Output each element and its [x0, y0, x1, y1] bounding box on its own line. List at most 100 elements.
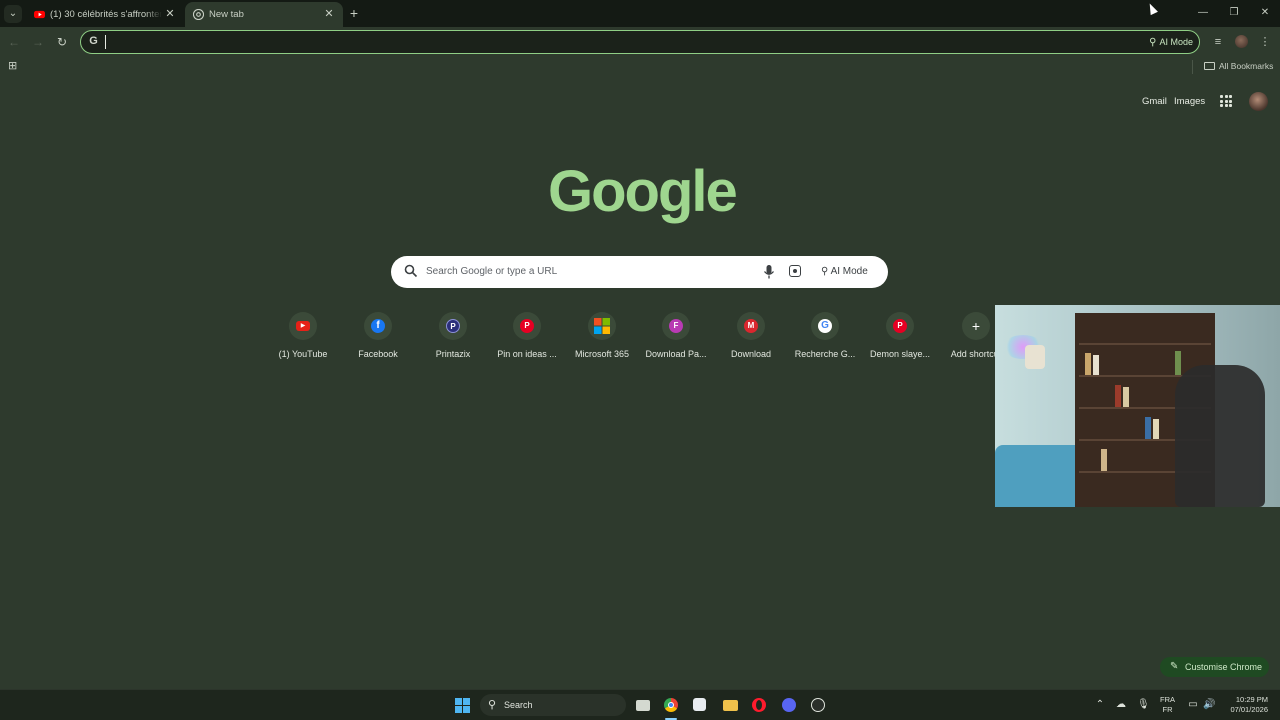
all-bookmarks-button[interactable]: All Bookmarks [1204, 61, 1273, 71]
microphone-icon[interactable] [763, 264, 775, 280]
reload-button[interactable]: ↻ [54, 34, 70, 50]
lamp [1025, 345, 1045, 369]
search-icon [404, 264, 418, 278]
chrome-taskbar-icon[interactable] [661, 695, 681, 715]
tab-youtube[interactable]: (1) 30 célébrités s'affrontent po ✕ [26, 2, 182, 27]
discord-icon[interactable] [779, 695, 799, 715]
show-hidden-icons-icon[interactable]: ⌃ [1094, 699, 1106, 711]
taskbar-search[interactable]: ⚲ Search [480, 694, 626, 716]
printazix-icon: P [446, 319, 460, 333]
search-placeholder: Search Google or type a URL [426, 266, 558, 277]
all-bookmarks-label: All Bookmarks [1219, 61, 1274, 71]
mouse-cursor-icon [1146, 1, 1158, 16]
clock-time: 10:29 PM [1235, 695, 1268, 704]
volume-icon[interactable]: 🔊 [1203, 699, 1215, 711]
folder-icon [1204, 62, 1215, 70]
ai-mode-button[interactable]: ⚲ AI Mode [821, 266, 868, 277]
bookmarks-divider [1192, 60, 1193, 74]
close-window-button[interactable]: ✕ [1257, 6, 1273, 20]
images-link[interactable]: Images [1174, 96, 1205, 107]
apps-grid-icon[interactable]: ⊞ [8, 61, 19, 72]
gmail-link[interactable]: Gmail [1142, 96, 1167, 107]
language-primary: FRA [1160, 695, 1175, 704]
shortcut-tile [588, 312, 616, 340]
steam-like-icon[interactable] [808, 695, 828, 715]
omnibox-ai-mode-label: AI Mode [1159, 37, 1193, 47]
shortcut-microsoft-365[interactable]: Microsoft 365 [566, 312, 638, 359]
tab-search-media-icon[interactable]: ≡ [1211, 35, 1225, 49]
shortcut-facebook[interactable]: f Facebook [342, 312, 414, 359]
pinterest-icon: P [893, 319, 907, 333]
ai-mode-label: AI Mode [830, 266, 868, 277]
close-tab-icon[interactable]: ✕ [163, 7, 177, 21]
youtube-icon [34, 10, 45, 19]
tab-new-tab[interactable]: New tab ✕ [185, 2, 343, 27]
plus-icon: + [971, 318, 981, 334]
shortcut-youtube[interactable]: ▶ (1) YouTube [267, 312, 339, 359]
shortcut-recherche-google[interactable]: G Recherche G... [789, 312, 861, 359]
shortcut-label: Demon slaye... [869, 349, 931, 359]
shortcut-tile: P [886, 312, 914, 340]
back-button[interactable]: ← [6, 34, 22, 50]
clock[interactable]: 10:29 PM 07/01/2026 [1224, 695, 1268, 715]
pencil-icon: ✎ [1170, 661, 1179, 672]
omnibox-ai-mode-button[interactable]: ⚲ AI Mode [1149, 34, 1193, 50]
shortcut-label: Recherche G... [794, 349, 856, 359]
microphone-icon[interactable]: 🎙 [1137, 699, 1150, 711]
taskbar-search-label: Search [504, 700, 533, 710]
shortcut-pinterest[interactable]: P Pin on ideas ... [491, 312, 563, 359]
task-view-icon[interactable] [633, 695, 653, 715]
shortcut-demon-slayer[interactable]: P Demon slaye... [864, 312, 936, 359]
file-explorer-icon[interactable] [720, 695, 740, 715]
language-secondary: FR [1162, 705, 1173, 714]
shortcut-download[interactable]: M Download [715, 312, 787, 359]
shortcut-label: (1) YouTube [278, 349, 328, 359]
opera-icon[interactable] [749, 695, 769, 715]
lens-camera-icon[interactable] [789, 265, 801, 277]
ai-search-icon: ⚲ [821, 266, 831, 277]
pinterest-icon: P [520, 319, 534, 333]
shortcut-tile: F [662, 312, 690, 340]
shortcut-download-page[interactable]: F Download Pa... [640, 312, 712, 359]
new-tab-button[interactable]: + [346, 5, 362, 21]
google-apps-icon[interactable] [1220, 95, 1232, 107]
snipping-tool-icon[interactable] [690, 695, 710, 715]
shortcut-tile: G [811, 312, 839, 340]
network-icon[interactable]: ▭ [1187, 699, 1199, 711]
profile-avatar[interactable] [1235, 35, 1248, 48]
tab-search-icon[interactable]: ⌄ [4, 5, 22, 23]
tab-title: (1) 30 célébrités s'affrontent po [50, 9, 162, 20]
shortcut-label: Facebook [358, 349, 398, 359]
restore-button[interactable]: ❐ [1226, 6, 1242, 20]
webcam-overlay [995, 305, 1280, 507]
clock-date: 07/01/2026 [1230, 705, 1268, 714]
facebook-icon: f [371, 319, 385, 333]
customise-label: Customise Chrome [1185, 662, 1263, 672]
onedrive-icon[interactable]: ☁ [1115, 699, 1127, 711]
address-bar[interactable]: G ⚲ AI Mode [80, 30, 1200, 54]
menu-icon[interactable]: ⋮ [1258, 35, 1272, 49]
shortcut-label: Download [730, 349, 772, 359]
shortcut-tile: M [737, 312, 765, 340]
minimize-button[interactable]: — [1195, 6, 1211, 20]
office-chair [1175, 365, 1265, 507]
windows-start-icon[interactable] [455, 698, 470, 713]
youtube-icon: ▶ [296, 321, 310, 331]
shortcut-tile: P [513, 312, 541, 340]
windows-taskbar: ⚲ Search ⌃ ☁ 🎙 FRA FR ▭ 🔊 10:29 PM 07/01… [0, 689, 1280, 720]
close-tab-icon[interactable]: ✕ [322, 7, 336, 21]
language-indicator[interactable]: FRA FR [1160, 695, 1175, 715]
forward-button[interactable]: → [30, 34, 46, 50]
google-logo: Google [548, 159, 738, 224]
shortcut-label: Microsoft 365 [574, 349, 630, 359]
ntp-search-box[interactable]: Search Google or type a URL ⚲ AI Mode [391, 256, 888, 288]
text-caret [105, 35, 106, 49]
tab-title: New tab [209, 9, 244, 20]
account-avatar[interactable] [1249, 92, 1268, 111]
shortcut-tile: + [962, 312, 990, 340]
customise-chrome-button[interactable]: ✎ Customise Chrome [1160, 657, 1269, 677]
shortcut-tile: P [439, 312, 467, 340]
ai-search-icon: ⚲ [1149, 37, 1157, 48]
shortcut-printazix[interactable]: P Printazix [417, 312, 489, 359]
download-page-icon: F [669, 319, 683, 333]
